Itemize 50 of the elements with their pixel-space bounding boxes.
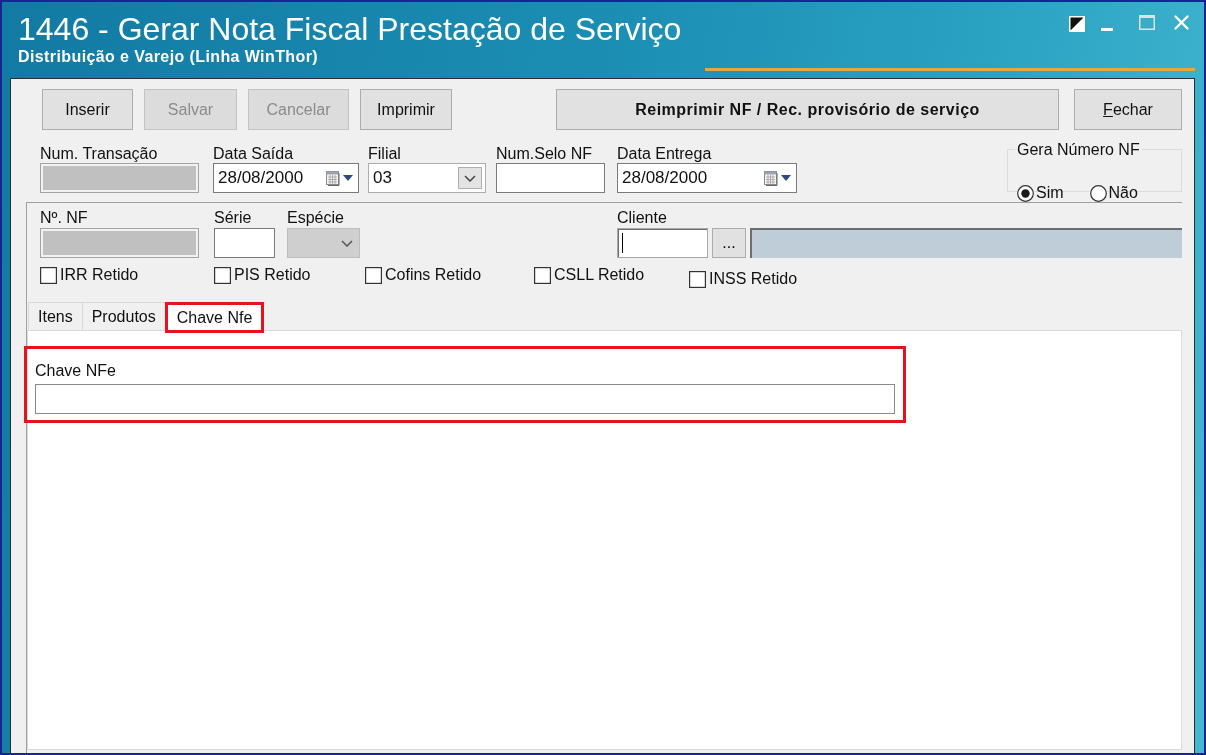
field-label: Nº. NF bbox=[40, 208, 88, 228]
radio-button[interactable] bbox=[1089, 184, 1107, 202]
lookup-button[interactable]: ... bbox=[712, 228, 746, 258]
radio-label[interactable]: Não bbox=[1108, 181, 1138, 205]
group-label: Gera Número NF bbox=[1015, 142, 1142, 158]
text-field[interactable] bbox=[617, 228, 708, 258]
caret-icon[interactable] bbox=[781, 175, 791, 181]
field-label: Num. Transação bbox=[40, 144, 158, 163]
window-title: 1446 - Gerar Nota Fiscal Prestação de Serviço bbox=[18, 11, 682, 47]
checkbox-label[interactable]: INSS Retido bbox=[709, 267, 798, 291]
dropdown-field[interactable]: 03 bbox=[368, 163, 486, 193]
tab[interactable]: Chave Nfe bbox=[164, 302, 265, 333]
contrast-icon[interactable] bbox=[1069, 16, 1085, 32]
checkbox-label[interactable]: CSLL Retido bbox=[554, 263, 645, 287]
caret-icon[interactable] bbox=[343, 175, 353, 181]
field-label: Num.Selo NF bbox=[496, 144, 593, 163]
checkbox[interactable] bbox=[40, 266, 57, 284]
checkbox-label[interactable]: Cofins Retido bbox=[385, 263, 482, 287]
checkbox-label[interactable]: PIS Retido bbox=[234, 263, 311, 287]
close-button[interactable]: Fechar bbox=[1074, 89, 1182, 130]
date-field[interactable]: 28/08/2000 bbox=[617, 163, 797, 193]
toolbar-button[interactable]: Inserir bbox=[42, 89, 133, 130]
checkbox-label[interactable]: IRR Retido bbox=[60, 263, 139, 287]
calendar-icon[interactable] bbox=[326, 170, 340, 186]
chevron-down-icon bbox=[341, 239, 353, 247]
field-label: Cliente bbox=[617, 208, 667, 228]
field-label: Data Saída bbox=[213, 144, 294, 163]
toolbar-button[interactable]: Imprimir bbox=[360, 89, 452, 130]
chevron-down-icon bbox=[464, 174, 476, 182]
text-field[interactable] bbox=[214, 228, 275, 258]
checkbox[interactable] bbox=[365, 266, 382, 284]
checkbox[interactable] bbox=[214, 266, 231, 284]
calendar-icon[interactable] bbox=[764, 170, 778, 186]
field-label: Chave NFe bbox=[35, 361, 116, 380]
close-icon[interactable] bbox=[1174, 15, 1189, 30]
text-field[interactable] bbox=[35, 384, 895, 414]
window-subtitle: Distribuição e Varejo (Linha WinThor) bbox=[18, 48, 319, 66]
field-label: Série bbox=[214, 208, 252, 228]
field-label: Filial bbox=[368, 144, 401, 163]
radio-button[interactable] bbox=[1017, 184, 1034, 202]
checkbox[interactable] bbox=[534, 266, 551, 284]
field-label: Data Entrega bbox=[617, 144, 712, 163]
text-field[interactable] bbox=[496, 163, 605, 193]
dropdown-button[interactable] bbox=[458, 167, 482, 189]
toolbar-button[interactable]: Reimprimir NF / Rec. provisório de serviço bbox=[556, 89, 1059, 130]
tab[interactable]: Itens bbox=[28, 302, 83, 330]
radio-label[interactable]: Sim bbox=[1036, 181, 1064, 205]
field-label: Espécie bbox=[287, 208, 344, 228]
checkbox[interactable] bbox=[689, 270, 706, 288]
date-field[interactable]: 28/08/2000 bbox=[213, 163, 359, 193]
